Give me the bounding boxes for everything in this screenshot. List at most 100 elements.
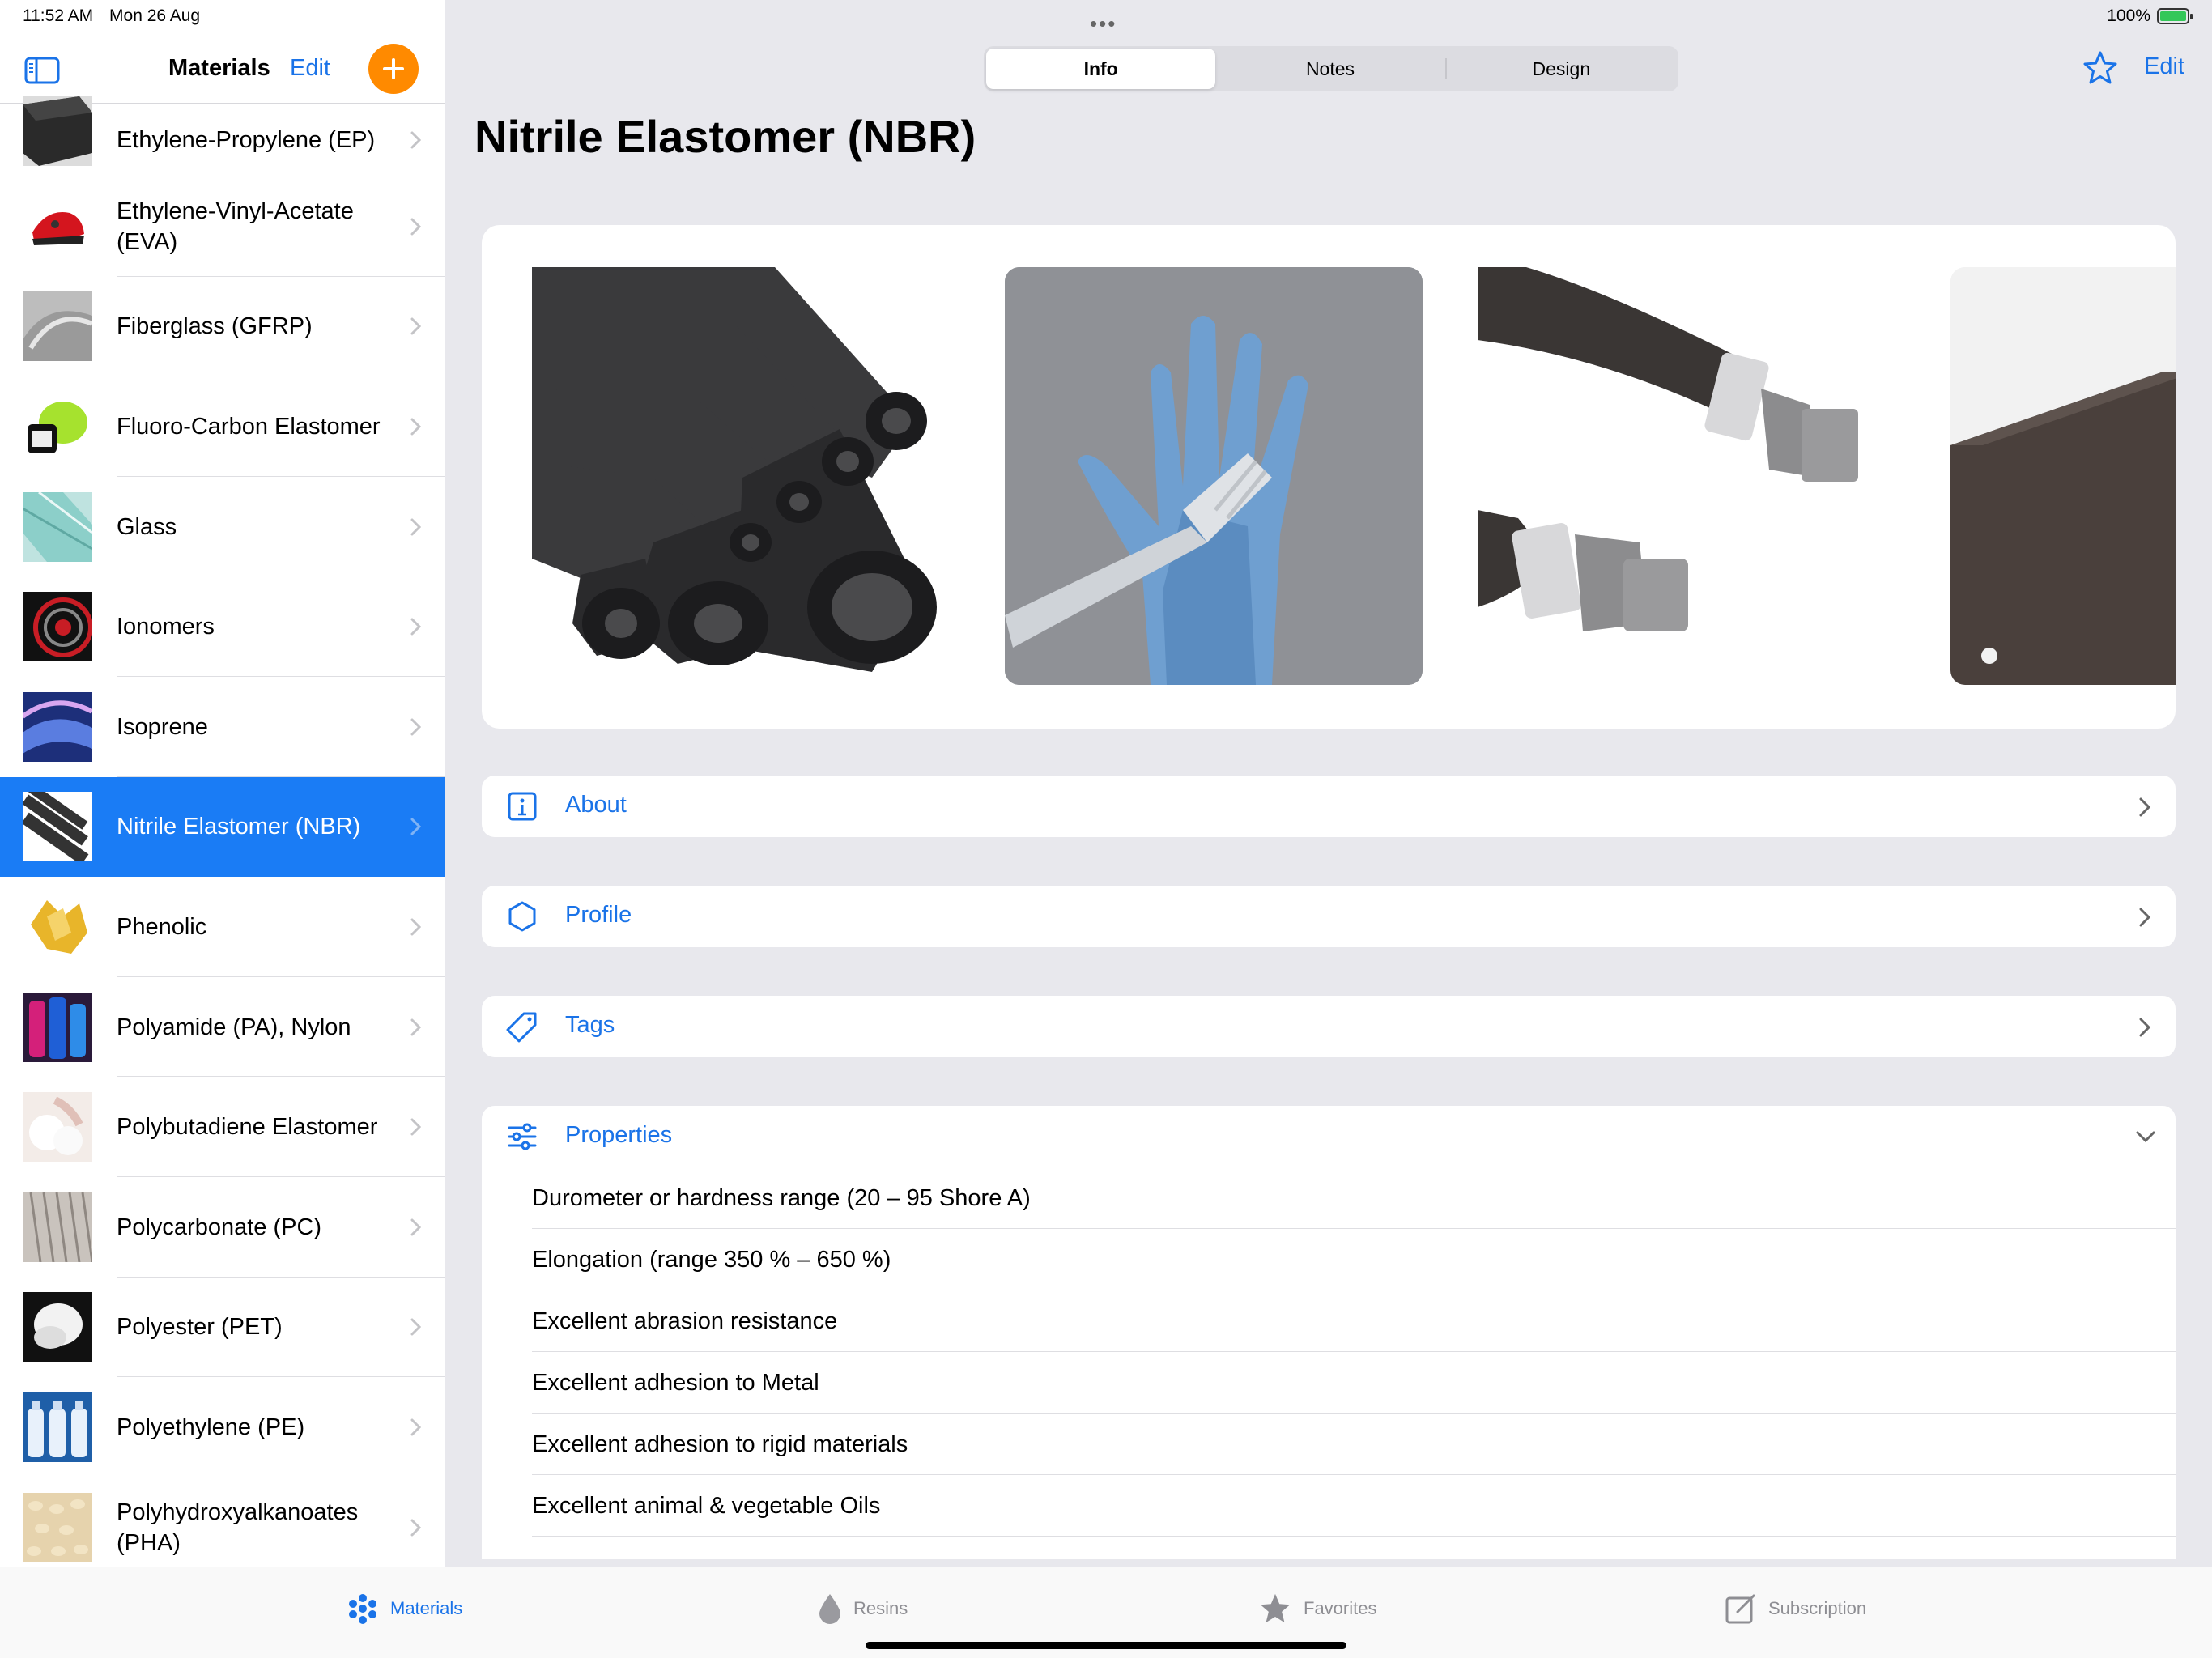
list-item-label: Fiberglass (GFRP)	[117, 313, 313, 340]
drop-icon	[819, 1594, 840, 1624]
chevron-right-icon	[410, 518, 422, 536]
list-item[interactable]: Polyhydroxyalkanoates (PHA)	[0, 1477, 445, 1567]
list-item-label: Polyethylene (PE)	[117, 1414, 305, 1440]
chevron-right-icon	[410, 1018, 422, 1036]
list-item[interactable]: Polyester (PET)	[0, 1278, 445, 1378]
tabbar-subscription[interactable]: Subscription	[1725, 1590, 1866, 1627]
gallery-image-tubes[interactable]	[532, 267, 950, 685]
chevron-right-icon	[2139, 908, 2151, 927]
tab-segmented-control: Info Notes Design	[984, 46, 1678, 91]
property-text: Excellent abrasion resistance	[532, 1308, 838, 1334]
list-item-label: Polyamide (PA), Nylon	[117, 1014, 351, 1040]
tab-design[interactable]: Design	[1447, 49, 1676, 89]
chevron-right-icon	[410, 1418, 422, 1436]
material-thumbnail	[23, 891, 92, 962]
home-indicator	[866, 1642, 1346, 1649]
tab-notes[interactable]: Notes	[1215, 49, 1444, 89]
material-thumbnail	[23, 96, 92, 166]
star-icon	[1260, 1593, 1291, 1623]
list-item[interactable]: Phenolic	[0, 877, 445, 977]
list-item[interactable]: Ethylene-Propylene (EP)	[0, 96, 445, 176]
profile-label: Profile	[565, 902, 632, 928]
list-item[interactable]: Ethylene-Vinyl-Acetate (EVA)	[0, 176, 445, 277]
materials-list: Ethylene-Propylene (EP) Ethylene-Vinyl-A…	[0, 96, 445, 1567]
about-row[interactable]: About	[482, 776, 2176, 837]
page-title: Nitrile Elastomer (NBR)	[474, 111, 976, 162]
chevron-right-icon	[410, 1218, 422, 1236]
chevron-right-icon	[2139, 797, 2151, 817]
list-item-label: Glass	[117, 513, 177, 540]
list-item[interactable]: Nitrile Elastomer (NBR)	[0, 776, 445, 878]
chevron-right-icon	[410, 1519, 422, 1537]
sidebar-title: Materials	[168, 55, 270, 81]
chevron-down-icon	[2136, 1131, 2155, 1143]
list-item[interactable]: Fluoro-Carbon Elastomer	[0, 376, 445, 477]
tabbar-favorites[interactable]: Favorites	[1258, 1590, 1376, 1627]
list-item-label: Phenolic	[117, 913, 207, 940]
property-item: Elongation (range 350 % – 650 %)	[532, 1229, 2176, 1290]
status-battery: 100%	[2107, 6, 2193, 26]
property-item: Excellent adhesion to Metal	[532, 1352, 2176, 1414]
property-item: Excellent animal & vegetable Oils	[532, 1475, 2176, 1537]
chevron-right-icon	[410, 818, 422, 835]
property-item: Excellent abrasion resistance	[532, 1290, 2176, 1352]
profile-row[interactable]: Profile	[482, 886, 2176, 947]
add-material-button[interactable]	[368, 44, 419, 94]
list-item-label: Fluoro-Carbon Elastomer	[117, 413, 381, 440]
list-item-label: Isoprene	[117, 713, 208, 740]
list-item-label: Polybutadiene Elastomer	[117, 1114, 378, 1141]
list-item[interactable]: Ionomers	[0, 576, 445, 677]
list-item[interactable]: Glass	[0, 477, 445, 577]
property-text: Elongation (range 350 % – 650 %)	[532, 1247, 891, 1273]
material-thumbnail	[23, 1192, 92, 1262]
about-label: About	[565, 792, 627, 818]
tabbar-materials[interactable]: Materials	[347, 1590, 462, 1627]
property-item: Excellent adhesion to rigid materials	[532, 1414, 2176, 1475]
list-item[interactable]: Fiberglass (GFRP)	[0, 277, 445, 377]
tabbar-subscription-label: Subscription	[1768, 1598, 1867, 1618]
gallery-image-sheet[interactable]	[1950, 267, 2176, 685]
list-item[interactable]: Polybutadiene Elastomer	[0, 1077, 445, 1177]
image-gallery[interactable]	[482, 225, 2176, 729]
dots-icon	[349, 1594, 376, 1624]
list-item-label: Polyester (PET)	[117, 1314, 283, 1341]
properties-label: Properties	[565, 1122, 673, 1148]
list-item-label: Ethylene-Vinyl-Acetate (EVA)	[117, 198, 354, 255]
chevron-right-icon	[410, 1318, 422, 1336]
tabbar-resins[interactable]: Resins	[818, 1590, 908, 1627]
material-thumbnail	[23, 291, 92, 362]
sidebar-toggle-icon[interactable]	[24, 57, 60, 84]
tags-row[interactable]: Tags	[482, 996, 2176, 1057]
status-time-date: 11:52 AM Mon 26 Aug	[23, 6, 211, 26]
list-item[interactable]: Polyamide (PA), Nylon	[0, 977, 445, 1078]
multitasking-dots-icon[interactable]: •••	[1090, 11, 1117, 36]
list-item[interactable]: Polyethylene (PE)	[0, 1377, 445, 1477]
properties-header[interactable]: Properties	[482, 1106, 2176, 1167]
chevron-right-icon	[410, 618, 422, 636]
material-thumbnail	[23, 691, 92, 762]
info-icon	[508, 792, 537, 821]
battery-icon	[2157, 8, 2193, 24]
gallery-image-hose[interactable]	[1478, 267, 1895, 685]
status-time: 11:52 AM	[23, 6, 94, 25]
material-thumbnail	[23, 191, 92, 261]
tags-label: Tags	[565, 1012, 615, 1038]
properties-section: Properties Durometer or hardness range (…	[482, 1106, 2176, 1559]
hexagon-icon	[508, 901, 536, 932]
property-text: Durometer or hardness range (20 – 95 Sho…	[532, 1185, 1031, 1211]
list-item-label: Polyhydroxyalkanoates (PHA)	[117, 1499, 359, 1556]
edit-button[interactable]: Edit	[2144, 53, 2184, 80]
list-item[interactable]: Polycarbonate (PC)	[0, 1177, 445, 1278]
gallery-image-glove[interactable]	[1005, 267, 1423, 685]
sidebar: 11:52 AM Mon 26 Aug Materials Edit Ethyl…	[0, 0, 445, 1567]
detail-pane: ••• 100% Info Notes Design Edit Nitrile …	[446, 0, 2212, 1567]
property-text: Excellent animal & vegetable Oils	[532, 1493, 881, 1519]
chevron-right-icon	[410, 418, 422, 436]
list-item[interactable]: Isoprene	[0, 677, 445, 777]
sidebar-edit-button[interactable]: Edit	[290, 55, 330, 82]
favorite-star-icon[interactable]	[2082, 50, 2118, 86]
compose-icon	[1725, 1594, 1755, 1624]
tabbar-favorites-label: Favorites	[1304, 1598, 1377, 1618]
tabbar-resins-label: Resins	[853, 1598, 908, 1618]
tab-info[interactable]: Info	[986, 49, 1216, 89]
